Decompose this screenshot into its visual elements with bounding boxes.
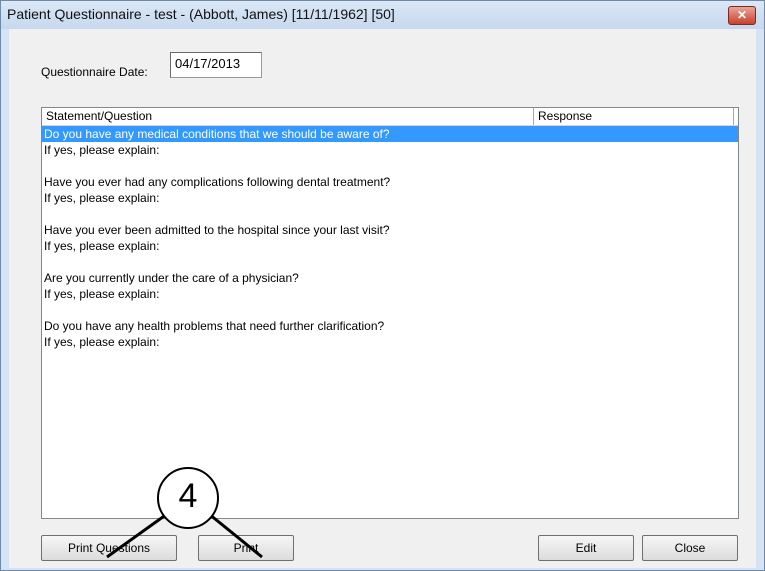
list-item[interactable]: Have you ever had any complications foll…	[42, 174, 738, 190]
list-item[interactable]: Are you currently under the care of a ph…	[42, 270, 738, 286]
list-item[interactable]: If yes, please explain:	[42, 286, 738, 302]
close-button[interactable]: Close	[642, 535, 738, 561]
column-header-response[interactable]: Response	[534, 108, 734, 125]
step-callout: 4	[157, 467, 219, 529]
list-item[interactable]	[42, 302, 738, 318]
dialog-body: Questionnaire Date: 04/17/2013 Statement…	[9, 29, 756, 568]
list-item[interactable]: Do you have any health problems that nee…	[42, 318, 738, 334]
list-item[interactable]: If yes, please explain:	[42, 334, 738, 350]
list-item[interactable]	[42, 254, 738, 270]
questionnaire-date-label: Questionnaire Date:	[41, 65, 148, 79]
questions-list[interactable]: Statement/Question Response Do you have …	[41, 107, 739, 519]
list-item[interactable]: If yes, please explain:	[42, 190, 738, 206]
callout-number: 4	[178, 477, 198, 515]
list-header: Statement/Question Response	[42, 108, 738, 126]
list-item[interactable]	[42, 158, 738, 174]
close-window-icon[interactable]: ✕	[728, 6, 756, 25]
title-bar[interactable]: Patient Questionnaire - test - (Abbott, …	[1, 1, 764, 29]
list-item[interactable]: Have you ever been admitted to the hospi…	[42, 222, 738, 238]
list-item[interactable]: Do you have any medical conditions that …	[42, 126, 738, 142]
questionnaire-date-field[interactable]: 04/17/2013	[170, 52, 262, 78]
list-item[interactable]: If yes, please explain:	[42, 238, 738, 254]
print-button[interactable]: Print	[198, 535, 294, 561]
questionnaire-window: Patient Questionnaire - test - (Abbott, …	[0, 0, 765, 571]
column-header-statement[interactable]: Statement/Question	[42, 108, 534, 125]
window-title: Patient Questionnaire - test - (Abbott, …	[7, 6, 395, 22]
list-item[interactable]: If yes, please explain:	[42, 142, 738, 158]
print-questions-button[interactable]: Print Questions	[41, 535, 177, 561]
list-item[interactable]	[42, 206, 738, 222]
edit-button[interactable]: Edit	[538, 535, 634, 561]
